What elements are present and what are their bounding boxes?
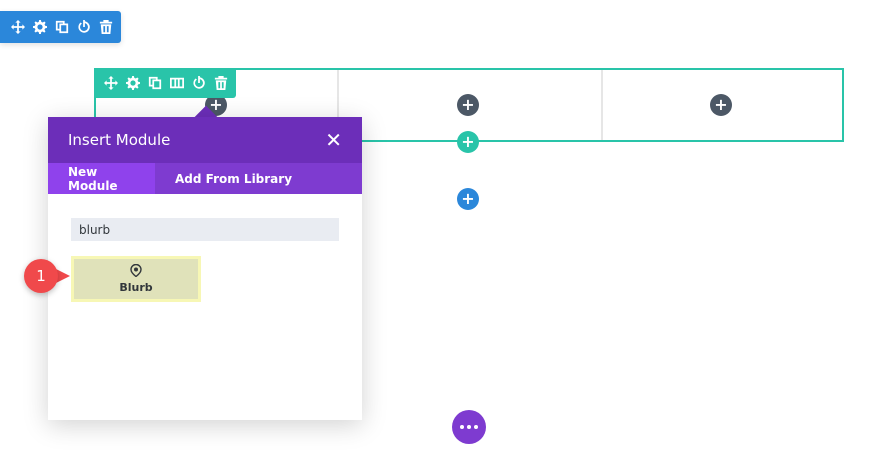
tab-new-module[interactable]: New Module bbox=[48, 163, 155, 194]
tab-add-from-library[interactable]: Add From Library bbox=[155, 163, 312, 194]
duplicate-icon[interactable] bbox=[54, 19, 70, 35]
row-toolbar bbox=[94, 68, 236, 98]
step-callout: 1 bbox=[24, 259, 72, 293]
module-tile-blurb[interactable]: Blurb bbox=[71, 256, 201, 302]
close-icon[interactable]: ✕ bbox=[325, 130, 342, 150]
dot-icon bbox=[474, 425, 478, 429]
power-icon[interactable] bbox=[191, 75, 207, 91]
gear-icon[interactable] bbox=[125, 75, 141, 91]
trash-icon[interactable] bbox=[98, 19, 114, 35]
move-icon[interactable] bbox=[103, 75, 119, 91]
callout-number: 1 bbox=[24, 259, 58, 293]
gear-icon[interactable] bbox=[32, 19, 48, 35]
power-icon[interactable] bbox=[76, 19, 92, 35]
search-input[interactable]: blurb bbox=[71, 218, 339, 241]
columns-icon[interactable] bbox=[169, 75, 185, 91]
add-module-button-column-2[interactable]: + bbox=[457, 94, 479, 116]
add-row-button[interactable]: + bbox=[457, 131, 479, 153]
section-toolbar bbox=[0, 11, 121, 43]
blurb-icon bbox=[130, 264, 142, 277]
dot-icon bbox=[460, 425, 464, 429]
module-tile-label: Blurb bbox=[119, 281, 153, 294]
page-settings-more-button[interactable] bbox=[452, 410, 486, 444]
modal-header: Insert Module ✕ bbox=[48, 117, 362, 163]
dot-icon bbox=[467, 425, 471, 429]
move-icon[interactable] bbox=[10, 19, 26, 35]
add-module-button-column-3[interactable]: + bbox=[710, 94, 732, 116]
modal-title: Insert Module bbox=[68, 131, 171, 149]
modal-tabs: New Module Add From Library bbox=[48, 163, 362, 194]
duplicate-icon[interactable] bbox=[147, 75, 163, 91]
trash-icon[interactable] bbox=[213, 75, 229, 91]
insert-module-modal: Insert Module ✕ New Module Add From Libr… bbox=[48, 117, 362, 420]
add-section-button[interactable]: + bbox=[457, 188, 479, 210]
search-input-value: blurb bbox=[79, 222, 111, 237]
